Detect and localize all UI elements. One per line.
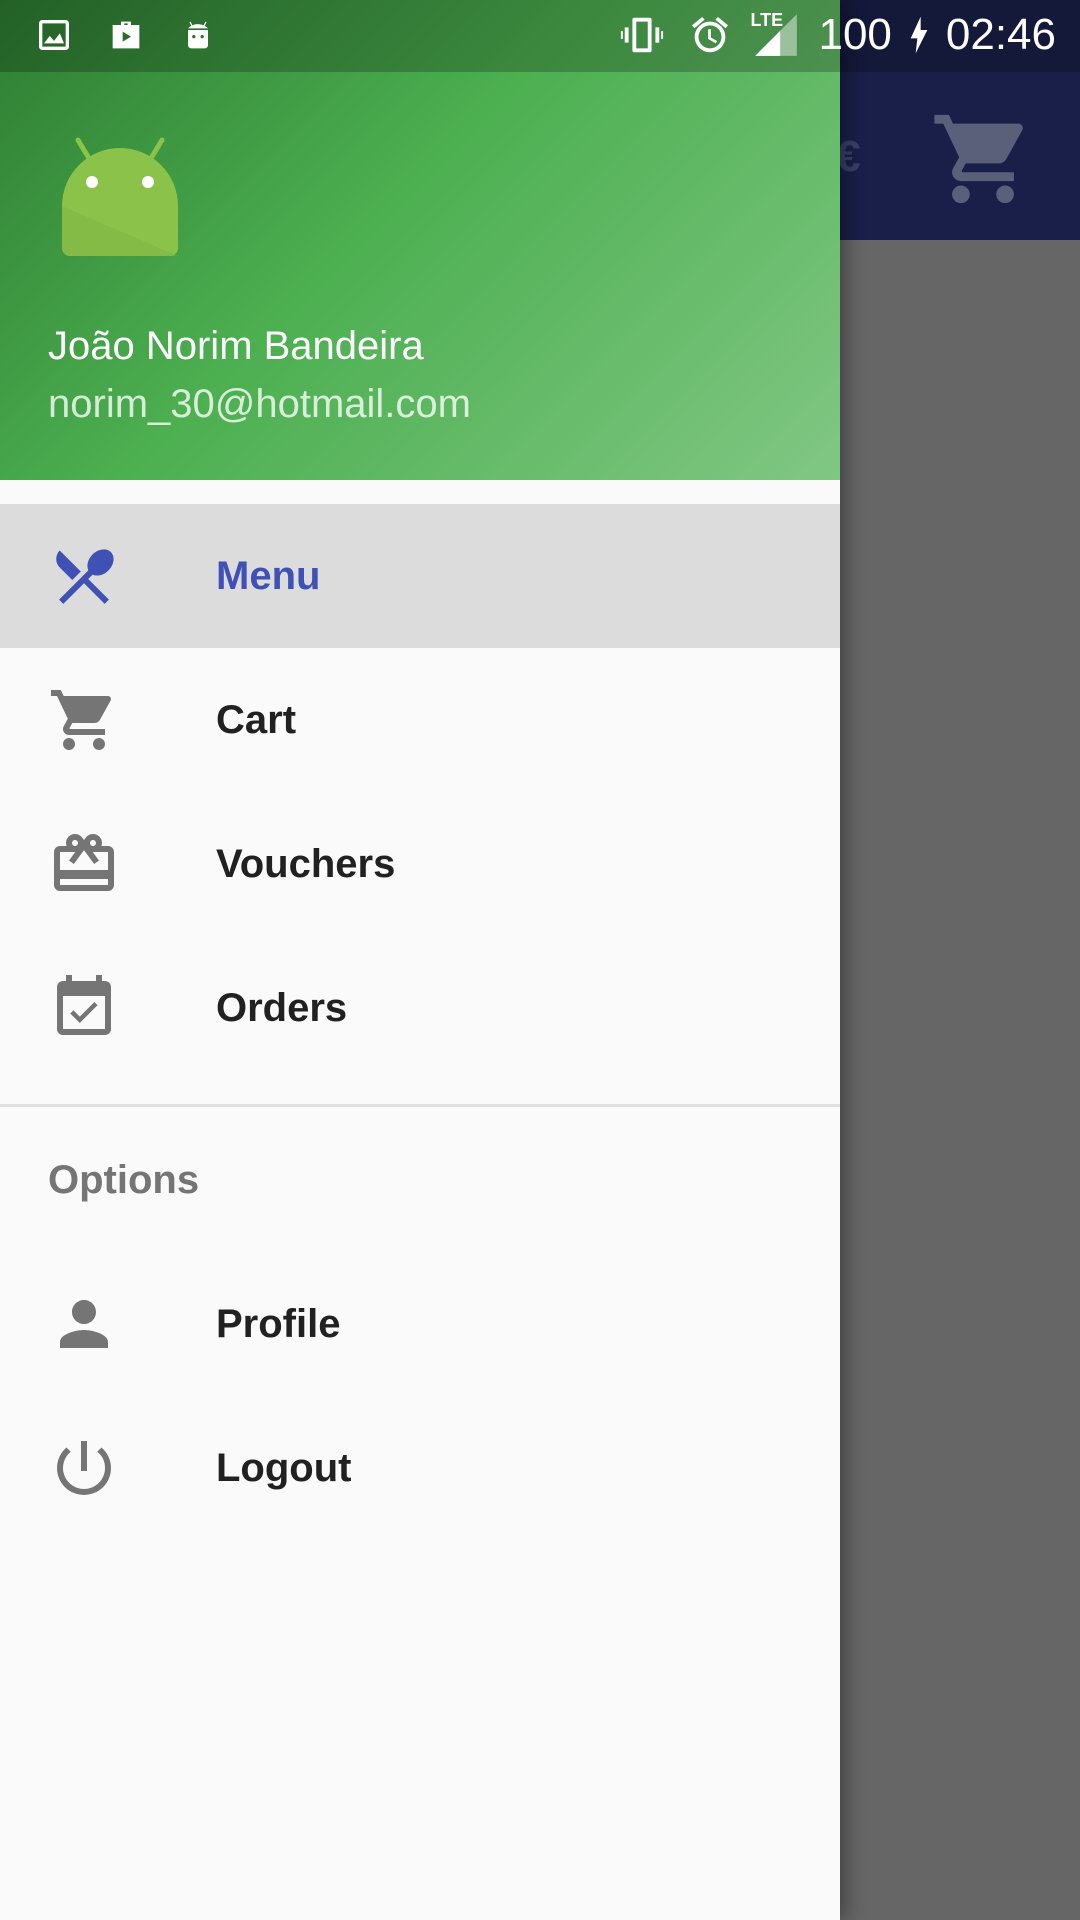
user-email: norim_30@hotmail.com — [48, 382, 471, 426]
image-icon — [39, 20, 69, 50]
nav-label-logout: Logout — [216, 1445, 352, 1490]
person-icon — [60, 1300, 108, 1348]
android-icon — [188, 21, 208, 49]
nav-item-profile[interactable]: Profile — [0, 1252, 840, 1396]
options-list: Profile Logout — [0, 1252, 840, 1540]
alarm-icon — [692, 16, 729, 53]
nav-item-vouchers[interactable]: Vouchers — [0, 792, 840, 936]
clock: 02:46 — [945, 10, 1056, 59]
nav-label-cart: Cart — [216, 697, 297, 742]
nav-label-menu: Menu — [216, 553, 321, 598]
restaurant-icon — [56, 549, 114, 604]
calendar-check-icon — [57, 975, 111, 1035]
nav-label-vouchers: Vouchers — [216, 841, 396, 886]
nav-label-orders: Orders — [216, 985, 348, 1030]
battery-level: 100 — [818, 10, 892, 59]
power-icon — [56, 1441, 111, 1495]
vibrate-icon — [621, 17, 664, 53]
options-section-header: Options — [48, 1158, 200, 1202]
divider — [0, 1104, 840, 1107]
nav-label-profile: Profile — [216, 1301, 341, 1346]
nav-list: Menu Cart Vouchers Orders — [0, 504, 840, 1080]
nav-item-menu[interactable]: Menu — [0, 504, 840, 648]
nav-item-cart[interactable]: Cart — [0, 648, 840, 792]
status-bar: LTE 100 02:46 — [0, 0, 1080, 72]
navigation-drawer: João Norim Bandeira norim_30@hotmail.com… — [0, 0, 840, 1920]
cart-icon[interactable] — [930, 106, 1036, 212]
user-name: João Norim Bandeira — [48, 324, 424, 368]
play-store-icon — [112, 21, 140, 49]
android-avatar-icon[interactable] — [58, 136, 182, 260]
signal-icon: LTE — [750, 10, 802, 60]
charging-icon — [910, 16, 928, 54]
nav-item-orders[interactable]: Orders — [0, 936, 840, 1080]
drawer-header: João Norim Bandeira norim_30@hotmail.com — [0, 0, 840, 480]
cart-icon — [51, 690, 112, 750]
voucher-icon — [54, 833, 114, 891]
nav-item-logout[interactable]: Logout — [0, 1396, 840, 1540]
